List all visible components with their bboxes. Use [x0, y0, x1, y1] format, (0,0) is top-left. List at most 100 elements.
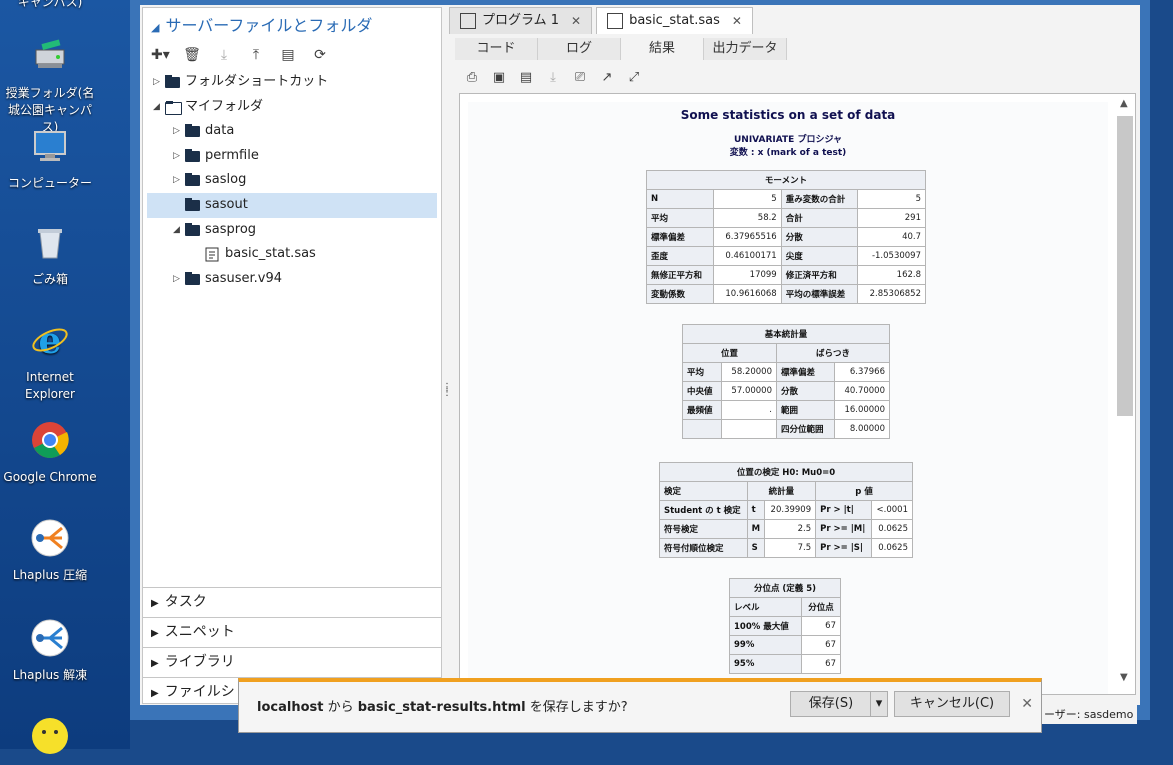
- cancel-button[interactable]: キャンセル(C): [894, 691, 1010, 717]
- desktop-icon-internet-explorer[interactable]: e Internet Explorer: [0, 320, 100, 403]
- cell-value: [720, 419, 777, 439]
- expand-icon[interactable]: ▷: [173, 144, 183, 169]
- desktop-icon-computer[interactable]: コンピューター: [0, 126, 100, 192]
- chevron-down-icon: ▾: [875, 696, 883, 711]
- open-new-window-icon[interactable]: ↗: [598, 69, 616, 87]
- save-button[interactable]: 保存(S): [790, 691, 872, 717]
- tree-item-sasuser[interactable]: ▷ sasuser.v94: [143, 267, 441, 292]
- tab-basic-stat-sas[interactable]: basic_stat.sas ✕: [596, 7, 753, 34]
- desktop-icon-network-drive[interactable]: 授業フォルダ(名城公園キャンパス): [0, 36, 100, 136]
- expand-section-icon: ▶: [151, 658, 159, 669]
- tree-item-label: data: [205, 123, 235, 139]
- tree-item-saslog[interactable]: ▷ saslog: [143, 168, 441, 193]
- subtab-log[interactable]: ログ: [538, 38, 621, 60]
- tree-item-folder-shortcuts[interactable]: ▷ フォルダショートカット: [143, 70, 441, 95]
- row-label: 95%: [729, 654, 802, 674]
- download-icon[interactable]: ⤓: [215, 46, 233, 64]
- panel-splitter-handle[interactable]: ⋮ ⋮: [442, 383, 452, 398]
- table-row: 変動係数 10.9616068 平均の標準誤差 2.85306852: [645, 284, 926, 304]
- tab-program-1[interactable]: プログラム 1 ✕: [449, 7, 593, 34]
- save-options-dropdown[interactable]: ▾: [870, 691, 888, 717]
- section-tasks[interactable]: ▶ タスク: [143, 587, 441, 617]
- section-snippets[interactable]: ▶ スニペット: [143, 617, 441, 647]
- cell-value: 2.85306852: [857, 284, 926, 304]
- refresh-icon[interactable]: ⟳: [311, 46, 329, 64]
- download-html-icon[interactable]: ⎙: [463, 69, 481, 87]
- upload-icon[interactable]: ⤒: [247, 46, 265, 64]
- desktop-icon-lhaplus-extract[interactable]: Lhaplus 解凍: [0, 618, 100, 684]
- tree-item-my-folder[interactable]: ◢ マイフォルダ: [143, 95, 441, 120]
- location-header-statistic: 統計量: [746, 481, 817, 501]
- maximize-icon[interactable]: ⤢: [625, 69, 643, 87]
- scroll-up-icon[interactable]: ▲: [1120, 98, 1128, 109]
- row-label: 尖度: [780, 246, 859, 266]
- cell-value: 5: [857, 189, 926, 209]
- desktop-top-partial-label: キャンパス): [17, 0, 83, 9]
- results-scrollbar[interactable]: ▲ ▼: [1117, 98, 1133, 686]
- download-question: を保存しますか?: [525, 700, 628, 715]
- desktop-icon-lhaplus-compress[interactable]: Lhaplus 圧縮: [0, 518, 100, 584]
- folder-icon: [185, 222, 200, 236]
- basic-caption: 基本統計量: [682, 324, 890, 344]
- desktop-icon-smiley[interactable]: [0, 716, 100, 765]
- subtab-output-data[interactable]: 出力データ: [704, 38, 787, 60]
- row-label: 平均: [645, 208, 715, 228]
- cell-value: 40.7: [857, 227, 926, 247]
- close-icon[interactable]: ✕: [1021, 696, 1033, 712]
- delete-icon[interactable]: 🗑: [183, 46, 201, 64]
- location-header-test: 検定: [659, 481, 748, 501]
- scroll-down-icon[interactable]: ▼: [1120, 672, 1128, 683]
- server-files-header[interactable]: ◢ サーバーファイルとフォルダ: [151, 12, 372, 36]
- folder-icon: [185, 271, 200, 285]
- download-icon[interactable]: ⤓: [544, 69, 562, 87]
- recycle-bin-icon: [38, 229, 62, 259]
- cell-value: .: [720, 400, 777, 420]
- tree-item-sasprog[interactable]: ◢ sasprog: [143, 218, 441, 243]
- download-pdf-icon[interactable]: ▣: [490, 69, 508, 87]
- tree-item-label: sasuser.v94: [205, 270, 283, 286]
- table-row: 平均 58.2 合計 291: [645, 208, 926, 228]
- table-row: 四分位範囲 8.00000: [682, 419, 891, 439]
- download-from-text: から: [323, 700, 358, 715]
- tree-item-label: basic_stat.sas: [225, 246, 316, 262]
- expand-icon[interactable]: ▷: [153, 70, 163, 95]
- internet-explorer-icon: e: [32, 320, 68, 362]
- table-row: 100% 最大値 67: [729, 616, 841, 636]
- server-files-panel: ◢ サーバーファイルとフォルダ ✚▾ 🗑 ⤓ ⤒ ▤ ⟳ ▷ フォルダショートカッ…: [142, 7, 442, 704]
- new-item-icon[interactable]: ✚▾: [151, 46, 170, 64]
- tree-item-permfile[interactable]: ▷ permfile: [143, 144, 441, 169]
- quantiles-caption: 分位点 (定義 5): [729, 578, 841, 598]
- download-rtf-icon[interactable]: ▤: [517, 69, 535, 87]
- expand-icon[interactable]: ▷: [173, 267, 183, 292]
- tree-item-data[interactable]: ▷ data: [143, 119, 441, 144]
- tree-item-basic-stat-sas[interactable]: basic_stat.sas: [143, 242, 441, 267]
- row-label: 範囲: [775, 400, 835, 420]
- view-subtabs: コード ログ 結果 出力データ: [455, 38, 787, 60]
- status-user: ーザー: sasdemo: [1040, 704, 1138, 724]
- cell-value: 58.20000: [720, 362, 777, 382]
- lhaplus-extract-icon: [31, 619, 69, 657]
- scrollbar-thumb[interactable]: [1117, 116, 1133, 416]
- subtab-results[interactable]: 結果: [621, 38, 704, 60]
- collapse-icon[interactable]: ◢: [151, 21, 159, 34]
- close-tab-icon[interactable]: ✕: [571, 8, 581, 34]
- expand-icon[interactable]: ▷: [173, 168, 183, 193]
- section-libraries[interactable]: ▶ ライブラリ: [143, 647, 441, 677]
- desktop-icon-recycle-bin[interactable]: ごみ箱: [0, 222, 100, 288]
- table-row: 符号付順位検定 S 7.5 Pr >= |S| 0.0625: [659, 538, 914, 558]
- collapse-tree-icon[interactable]: ◢: [173, 218, 183, 243]
- desktop-icon-google-chrome[interactable]: Google Chrome: [0, 420, 100, 486]
- print-icon[interactable]: ⎚: [571, 69, 589, 87]
- tree-item-sasout[interactable]: sasout: [147, 192, 437, 218]
- cell-value: 10.9616068: [713, 284, 782, 304]
- table-row: 最頻値. 範囲 16.00000: [682, 400, 891, 420]
- properties-icon[interactable]: ▤: [279, 46, 297, 64]
- close-tab-icon[interactable]: ✕: [732, 8, 742, 34]
- subtab-code[interactable]: コード: [455, 38, 538, 60]
- row-label: 99%: [729, 635, 802, 655]
- folder-icon: [185, 197, 200, 211]
- desktop-icon-label: Internet Explorer: [25, 370, 75, 401]
- section-label: スニペット: [164, 624, 235, 640]
- collapse-tree-icon[interactable]: ◢: [153, 95, 163, 120]
- expand-icon[interactable]: ▷: [173, 119, 183, 144]
